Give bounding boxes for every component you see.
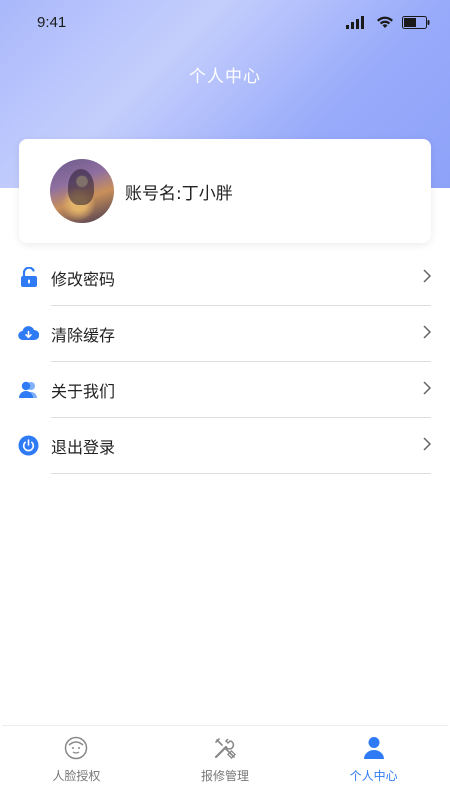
page-title: 个人中心 (189, 67, 261, 87)
avatar[interactable] (50, 159, 114, 223)
profile-card[interactable]: 账号名:丁小胖 (19, 139, 431, 243)
cloud-download-icon (18, 323, 39, 344)
menu-item-clear-cache[interactable]: 清除缓存 (0, 306, 450, 362)
tools-icon (212, 735, 238, 761)
menu-item-about-us[interactable]: 关于我们 (0, 362, 450, 418)
users-icon (18, 379, 39, 400)
tab-label: 报修管理 (201, 769, 250, 783)
signal-icon (346, 15, 364, 29)
menu-label: 修改密码 (51, 270, 116, 289)
face-icon (63, 735, 89, 761)
menu-item-change-password[interactable]: 修改密码 (0, 250, 450, 306)
chevron-right-icon (423, 269, 432, 283)
tab-label: 人脸授权 (52, 769, 101, 783)
chevron-right-icon (423, 437, 432, 451)
power-icon (18, 435, 39, 456)
tab-face-authorization[interactable]: 人脸授权 (2, 726, 151, 800)
divider (51, 473, 431, 474)
status-bar: 9:41 (0, 0, 450, 44)
battery-icon (402, 15, 430, 29)
wifi-icon (377, 16, 393, 28)
account-name: 账号名:丁小胖 (125, 183, 233, 204)
unlock-icon (18, 267, 39, 288)
status-icons (346, 15, 430, 29)
status-time: 9:41 (37, 13, 67, 31)
bottom-tab-bar: 人脸授权 报修管理 个人中心 (2, 725, 448, 800)
chevron-right-icon (423, 325, 432, 339)
settings-menu: 修改密码 清除缓存 关于我们 退出登录 (0, 250, 450, 474)
menu-label: 关于我们 (51, 382, 116, 401)
menu-label: 退出登录 (51, 438, 116, 457)
tab-label: 个人中心 (349, 769, 398, 783)
chevron-right-icon (423, 381, 432, 395)
tab-personal-center[interactable]: 个人中心 (299, 726, 448, 800)
menu-item-logout[interactable]: 退出登录 (0, 418, 450, 474)
tab-repair-management[interactable]: 报修管理 (151, 726, 300, 800)
menu-label: 清除缓存 (51, 326, 116, 345)
person-icon (361, 735, 387, 761)
